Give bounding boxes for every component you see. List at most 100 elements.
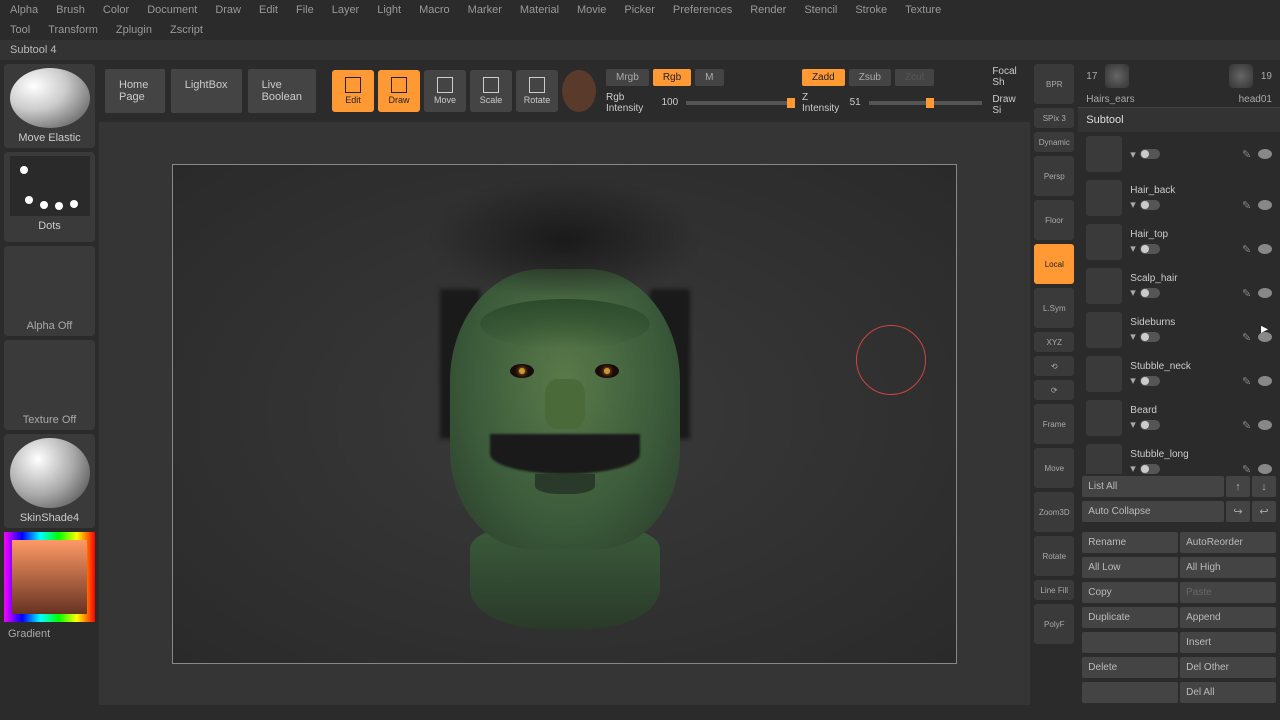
linefill-button[interactable]: Line Fill [1034, 580, 1074, 600]
subtool-item[interactable]: Scalp_hair▾✎ [1078, 264, 1280, 308]
draw-size-label[interactable]: Draw Si [992, 94, 1024, 116]
menu-material[interactable]: Material [520, 4, 559, 16]
-button[interactable]: ⟳ [1034, 380, 1074, 400]
arrow-2-button[interactable]: ↩ [1252, 501, 1276, 522]
menu-file[interactable]: File [296, 4, 314, 16]
persp-button[interactable]: Persp [1034, 156, 1074, 196]
paint-icon[interactable]: ✎ [1242, 331, 1254, 343]
paint-icon[interactable]: ✎ [1242, 419, 1254, 431]
z-intensity-slider[interactable] [869, 101, 983, 105]
paint-icon[interactable]: ✎ [1242, 243, 1254, 255]
gizmo-button[interactable] [562, 70, 596, 112]
menu-zscript[interactable]: Zscript [170, 24, 203, 36]
subtool-item[interactable]: Hair_top▾✎ [1078, 220, 1280, 264]
rotate-button[interactable]: Rotate [516, 70, 558, 112]
menu-texture[interactable]: Texture [905, 4, 941, 16]
menu-movie[interactable]: Movie [577, 4, 606, 16]
del-all-button[interactable]: Del All [1180, 682, 1276, 703]
visibility-toggle[interactable] [1140, 288, 1160, 298]
menu-layer[interactable]: Layer [332, 4, 360, 16]
menu-stencil[interactable]: Stencil [804, 4, 837, 16]
polyf-button[interactable]: PolyF [1034, 604, 1074, 644]
zadd-button[interactable]: Zadd [802, 69, 845, 86]
duplicate-button[interactable]: Duplicate [1082, 607, 1178, 628]
edit-button[interactable]: Edit [332, 70, 374, 112]
menu-brush[interactable]: Brush [56, 4, 85, 16]
eye-icon[interactable] [1258, 244, 1272, 254]
visibility-toggle[interactable] [1140, 420, 1160, 430]
material-selector[interactable]: SkinShade4 [4, 434, 95, 528]
insert-button[interactable]: Insert [1180, 632, 1276, 653]
floor-button[interactable]: Floor [1034, 200, 1074, 240]
all-high-button[interactable]: All High [1180, 557, 1276, 578]
menu-color[interactable]: Color [103, 4, 129, 16]
expand-icon[interactable]: ▾ [1130, 374, 1136, 387]
local-button[interactable]: Local [1034, 244, 1074, 284]
subtool-item[interactable]: Beard▾✎ [1078, 396, 1280, 440]
auto-collapse-button[interactable]: Auto Collapse [1082, 501, 1224, 522]
color-picker[interactable] [4, 532, 95, 622]
menu-document[interactable]: Document [147, 4, 197, 16]
rename-button[interactable]: Rename [1082, 532, 1178, 553]
tool-thumb-2[interactable] [1229, 64, 1253, 88]
menu-edit[interactable]: Edit [259, 4, 278, 16]
visibility-toggle[interactable] [1140, 332, 1160, 342]
xyz-button[interactable]: XYZ [1034, 332, 1074, 352]
visibility-toggle[interactable] [1140, 244, 1160, 254]
menu-tool[interactable]: Tool [10, 24, 30, 36]
menu-render[interactable]: Render [750, 4, 786, 16]
expand-icon[interactable]: ▾ [1130, 242, 1136, 255]
paint-icon[interactable]: ✎ [1242, 287, 1254, 299]
zoom3d-button[interactable]: Zoom3D [1034, 492, 1074, 532]
paint-icon[interactable]: ✎ [1242, 375, 1254, 387]
tab-home-page[interactable]: Home Page [105, 69, 165, 113]
eye-icon[interactable] [1258, 288, 1272, 298]
expand-icon[interactable]: ▾ [1130, 418, 1136, 431]
menu-preferences[interactable]: Preferences [673, 4, 732, 16]
focal-shift-label[interactable]: Focal Sh [992, 66, 1024, 88]
paint-icon[interactable]: ✎ [1242, 199, 1254, 211]
eye-icon[interactable] [1258, 464, 1272, 474]
mrgb-button[interactable]: Mrgb [606, 69, 649, 86]
arrow-1-button[interactable]: ↪ [1226, 501, 1250, 522]
rgb-button[interactable]: Rgb [653, 69, 691, 86]
rgb-intensity-slider[interactable] [686, 101, 792, 105]
menu-zplugin[interactable]: Zplugin [116, 24, 152, 36]
move-button[interactable]: Move [1034, 448, 1074, 488]
expand-icon[interactable]: ▾ [1130, 286, 1136, 299]
tool-thumb-1[interactable] [1105, 64, 1129, 88]
menu-draw[interactable]: Draw [215, 4, 241, 16]
viewport[interactable] [99, 122, 1030, 705]
expand-icon[interactable]: ▾ [1130, 462, 1136, 474]
frame-button[interactable]: Frame [1034, 404, 1074, 444]
tab-live-boolean[interactable]: Live Boolean [248, 69, 316, 113]
list-all-button[interactable]: List All [1082, 476, 1224, 497]
eye-icon[interactable] [1258, 200, 1272, 210]
stroke-selector[interactable]: Dots [4, 152, 95, 242]
menu-macro[interactable]: Macro [419, 4, 450, 16]
eye-icon[interactable] [1258, 376, 1272, 386]
rotate-button[interactable]: Rotate [1034, 536, 1074, 576]
-button[interactable]: ⟲ [1034, 356, 1074, 376]
spix3-button[interactable]: SPix 3 [1034, 108, 1074, 128]
subtool-item[interactable]: Sideburns▾✎ [1078, 308, 1280, 352]
menu-marker[interactable]: Marker [468, 4, 502, 16]
visibility-toggle[interactable] [1140, 464, 1160, 474]
subtool-item[interactable]: Stubble_long▾✎ [1078, 440, 1280, 474]
move-button[interactable]: Move [424, 70, 466, 112]
tab-lightbox[interactable]: LightBox [171, 69, 242, 113]
subtool-item[interactable]: Stubble_neck▾✎ [1078, 352, 1280, 396]
del-other-button[interactable]: Del Other [1180, 657, 1276, 678]
alpha-selector[interactable]: Alpha Off [4, 246, 95, 336]
autoreorder-button[interactable]: AutoReorder [1180, 532, 1276, 553]
expand-icon[interactable]: ▾ [1130, 330, 1136, 343]
delete-button[interactable]: Delete [1082, 657, 1178, 678]
scale-button[interactable]: Scale [470, 70, 512, 112]
copy-button[interactable]: Copy [1082, 582, 1178, 603]
subtool-section-header[interactable]: Subtool [1078, 108, 1280, 132]
subtool-item[interactable]: Hair_back▾✎ [1078, 176, 1280, 220]
visibility-toggle[interactable] [1140, 200, 1160, 210]
dynamic-button[interactable]: Dynamic [1034, 132, 1074, 152]
bpr-button[interactable]: BPR [1034, 64, 1074, 104]
zcut-button[interactable]: Zcut [895, 69, 934, 86]
